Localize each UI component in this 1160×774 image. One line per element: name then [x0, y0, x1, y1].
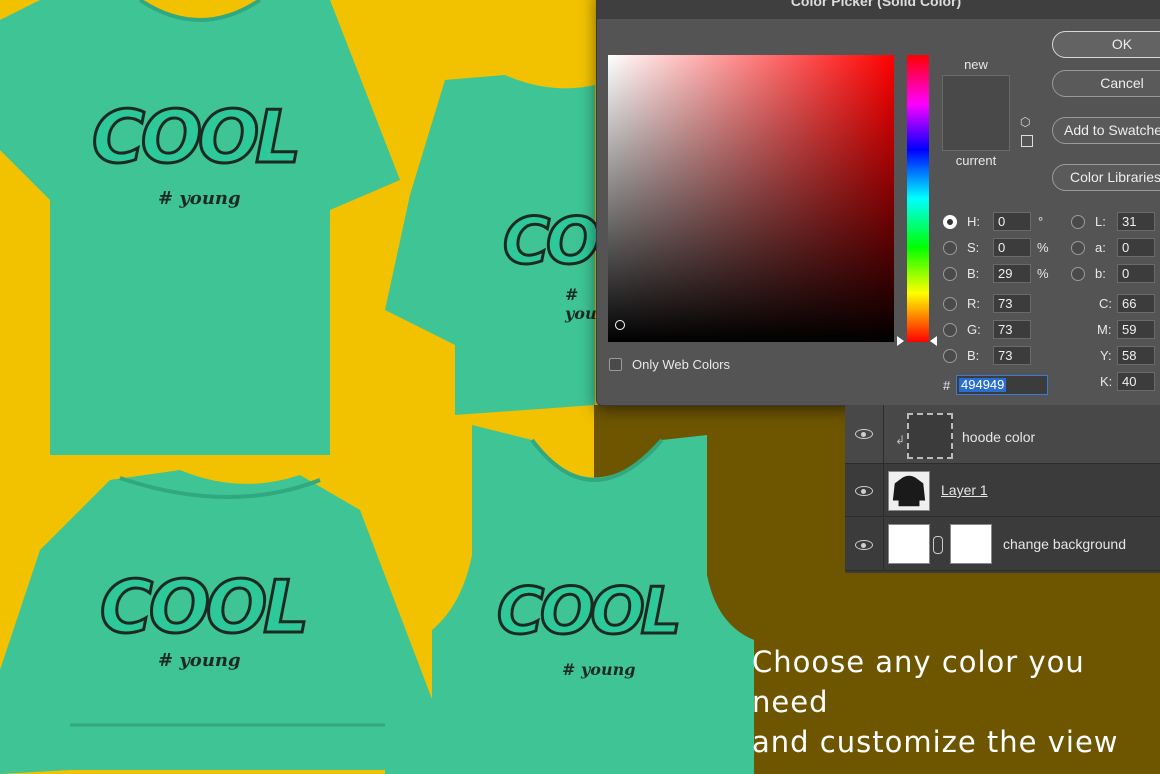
- radio-s[interactable]: [943, 241, 957, 255]
- visibility-eye-icon[interactable]: [855, 429, 873, 439]
- radio-g[interactable]: [943, 323, 957, 337]
- label-b: B:: [967, 266, 980, 281]
- tank-top-mockup: COOL # young: [432, 425, 754, 774]
- label-y: Y:: [1100, 348, 1112, 363]
- saturation-brightness-field[interactable]: [608, 55, 894, 342]
- hex-value-selected: 494949: [959, 377, 1007, 392]
- web-safe-warning-icon[interactable]: [1021, 135, 1033, 147]
- label-a: a:: [1095, 240, 1106, 255]
- input-l[interactable]: 31: [1117, 212, 1155, 231]
- graffiti-young-tag: # young: [562, 660, 636, 679]
- label-l: L:: [1095, 214, 1106, 229]
- background-layer-thumbnail: [888, 524, 930, 564]
- layer-name: Layer 1: [941, 482, 988, 498]
- cancel-button[interactable]: Cancel: [1052, 70, 1160, 97]
- layer-mask-thumbnail: [950, 524, 992, 564]
- layer-row[interactable]: Layer 1: [845, 464, 1160, 517]
- radio-lab-b[interactable]: [1071, 267, 1085, 281]
- clipping-mask-icon: ↲: [895, 433, 906, 447]
- graffiti-young-tag: # young: [158, 650, 241, 671]
- adjustment-layer-thumbnail: [907, 413, 953, 459]
- radio-r[interactable]: [943, 297, 957, 311]
- layer-name: hoode color: [962, 429, 1036, 445]
- label-g: G:: [967, 322, 981, 337]
- radio-a[interactable]: [1071, 241, 1085, 255]
- visibility-eye-icon[interactable]: [855, 540, 873, 550]
- link-chain-icon[interactable]: [933, 536, 943, 554]
- hex-hash-label: #: [943, 378, 951, 393]
- only-web-colors-checkbox[interactable]: [609, 358, 622, 371]
- hex-input[interactable]: 494949: [956, 375, 1048, 395]
- layers-panel: ↲ hoode color Layer 1 change background: [845, 405, 1160, 573]
- input-m[interactable]: 59: [1117, 320, 1155, 339]
- input-g[interactable]: 73: [993, 320, 1031, 339]
- label-lab-b: b:: [1095, 266, 1106, 281]
- ok-button[interactable]: OK: [1052, 31, 1160, 58]
- layer-divider: [883, 518, 884, 570]
- graffiti-cool-text: COOL: [98, 564, 310, 651]
- hue-slider-right-arrow-icon[interactable]: [930, 336, 937, 346]
- label-s: S:: [967, 240, 980, 255]
- color-preview-swatch: [942, 75, 1010, 151]
- radio-b[interactable]: [943, 267, 957, 281]
- radio-h[interactable]: [943, 215, 957, 229]
- radio-blue[interactable]: [943, 349, 957, 363]
- radio-l[interactable]: [1071, 215, 1085, 229]
- input-a[interactable]: 0: [1117, 238, 1155, 257]
- label-blue: B:: [967, 348, 980, 363]
- input-b[interactable]: 29: [993, 264, 1031, 283]
- layer-divider: [883, 464, 884, 516]
- tshirt-shape: [0, 0, 400, 455]
- hoodie-icon: [892, 475, 926, 507]
- color-marker[interactable]: [615, 320, 625, 330]
- dialog-title: Color Picker (Solid Color): [597, 0, 1160, 19]
- color-picker-dialog: Color Picker (Solid Color) new current ⬡…: [596, 0, 1160, 406]
- layer-row[interactable]: change background: [845, 518, 1160, 571]
- unit-s: %: [1037, 240, 1049, 255]
- input-lab-b[interactable]: 0: [1117, 264, 1155, 283]
- input-blue[interactable]: 73: [993, 346, 1031, 365]
- color-libraries-button[interactable]: Color Libraries: [1052, 164, 1160, 191]
- tshirt-mockup-top-right: COOL # young: [385, 75, 689, 420]
- label-h: H:: [967, 214, 980, 229]
- layer-name: change background: [1003, 536, 1126, 552]
- graffiti-cool-text: COOL: [496, 574, 684, 651]
- crop-sweater-mockup: COOL # young: [0, 470, 440, 774]
- out-of-gamut-cube-icon[interactable]: ⬡: [1020, 115, 1030, 129]
- hoodie-layer-thumbnail: [888, 471, 930, 511]
- add-to-swatches-button[interactable]: Add to Swatches: [1052, 117, 1160, 144]
- label-m: M:: [1097, 322, 1112, 337]
- unit-h: °: [1038, 214, 1044, 229]
- layer-row[interactable]: ↲ hoode color: [845, 405, 1160, 464]
- input-y[interactable]: 58: [1117, 346, 1155, 365]
- label-k: K:: [1100, 374, 1113, 389]
- new-color-label: new: [964, 57, 988, 72]
- input-h[interactable]: 0: [993, 212, 1031, 231]
- label-r: R:: [967, 296, 980, 311]
- promo-caption: Choose any color you need and customize …: [752, 645, 1119, 759]
- label-c: C:: [1099, 296, 1112, 311]
- visibility-eye-icon[interactable]: [855, 486, 873, 496]
- input-k[interactable]: 40: [1117, 372, 1155, 391]
- input-r[interactable]: 73: [993, 294, 1031, 313]
- hue-slider-left-arrow-icon[interactable]: [897, 336, 904, 346]
- layer-divider: [883, 405, 884, 463]
- hue-slider[interactable]: [907, 55, 929, 342]
- tshirt-mockup-top-left: COOL # young: [0, 0, 400, 462]
- unit-b: %: [1037, 266, 1049, 281]
- graffiti-cool-text: COOL: [90, 94, 302, 181]
- graffiti-young-tag: # young: [158, 188, 241, 209]
- only-web-colors-label: Only Web Colors: [632, 357, 731, 372]
- current-color-label: current: [955, 153, 997, 168]
- input-s[interactable]: 0: [993, 238, 1031, 257]
- input-c[interactable]: 66: [1117, 294, 1155, 313]
